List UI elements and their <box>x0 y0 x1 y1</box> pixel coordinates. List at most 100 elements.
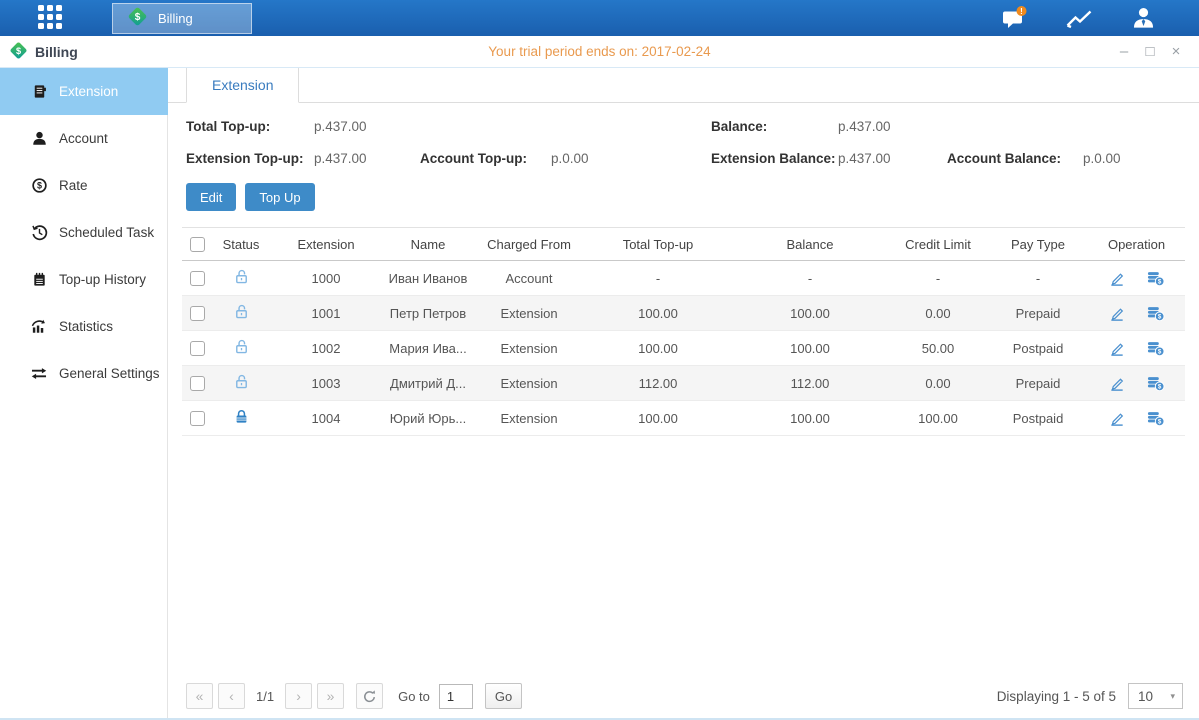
svg-text:$: $ <box>1158 383 1162 390</box>
goto-page-input[interactable] <box>439 684 473 709</box>
svg-text:$: $ <box>135 12 141 23</box>
edit-button[interactable]: Edit <box>186 183 236 211</box>
col-balance: Balance <box>732 228 888 261</box>
cell-pay-type: Postpaid <box>988 331 1088 366</box>
trial-notice: Your trial period ends on: 2017-02-24 <box>0 44 1199 59</box>
lock-status-icon[interactable] <box>233 303 250 320</box>
row-checkbox[interactable] <box>190 341 205 356</box>
row-checkbox[interactable] <box>190 411 205 426</box>
topup-row-icon[interactable]: $ <box>1146 305 1165 322</box>
lock-status-icon[interactable] <box>233 408 250 425</box>
balance-value: p.437.00 <box>838 119 947 134</box>
billing-app-tab[interactable]: $ Billing <box>112 3 252 34</box>
notepad-icon <box>30 271 48 288</box>
cell-credit-limit: 100.00 <box>888 401 988 436</box>
sidebar-item-account[interactable]: Account <box>0 115 167 162</box>
cell-credit-limit: 0.00 <box>888 296 988 331</box>
statistics-chart-icon[interactable] <box>1064 6 1094 31</box>
sidebar-item-general-settings[interactable]: General Settings <box>0 350 167 397</box>
cell-total-topup: 112.00 <box>584 366 732 401</box>
history-clock-icon <box>30 224 48 241</box>
col-charged-from: Charged From <box>474 228 584 261</box>
col-operation: Operation <box>1088 228 1185 261</box>
first-page-button[interactable]: « <box>186 683 213 709</box>
lock-status-icon[interactable] <box>233 268 250 285</box>
billing-diamond-dollar-icon: $ <box>126 5 149 31</box>
app-topbar: $ Billing ! <box>0 0 1199 36</box>
page-size-select[interactable]: 10 ▾ <box>1128 683 1183 709</box>
topup-row-icon[interactable]: $ <box>1146 410 1165 427</box>
extensions-table: Status Extension Name Charged From Total… <box>182 227 1185 683</box>
select-all-checkbox[interactable] <box>190 237 205 252</box>
sidebar-item-rate[interactable]: $ Rate <box>0 162 167 209</box>
cell-name: Иван Иванов <box>382 261 474 296</box>
cell-name: Мария Ива... <box>382 331 474 366</box>
sidebar-item-label: Account <box>59 131 108 146</box>
sidebar-item-scheduled-task[interactable]: Scheduled Task <box>0 209 167 256</box>
person-icon <box>30 130 48 147</box>
sidebar-item-extension[interactable]: Extension <box>0 68 169 115</box>
sidebar: Extension Account $ Rate <box>0 68 168 718</box>
col-total-topup: Total Top-up <box>584 228 732 261</box>
stats-bars-icon <box>30 318 48 335</box>
sidebar-item-label: Rate <box>59 178 88 193</box>
notifications-icon[interactable]: ! <box>1000 5 1028 32</box>
cell-total-topup: 100.00 <box>584 401 732 436</box>
sidebar-item-label: General Settings <box>59 366 160 381</box>
balance-label: Balance: <box>711 119 838 134</box>
row-checkbox[interactable] <box>190 306 205 321</box>
close-button[interactable]: × <box>1167 43 1185 61</box>
cell-pay-type: Postpaid <box>988 401 1088 436</box>
col-pay-type: Pay Type <box>988 228 1088 261</box>
edit-row-icon[interactable] <box>1108 340 1126 357</box>
cell-total-topup: 100.00 <box>584 331 732 366</box>
sidebar-item-topup-history[interactable]: Top-up History <box>0 256 167 303</box>
maximize-button[interactable]: □ <box>1141 43 1159 61</box>
total-topup-value: p.437.00 <box>314 119 420 134</box>
row-checkbox[interactable] <box>190 376 205 391</box>
table-row: 1001 Петр Петров Extension 100.00 100.00… <box>182 296 1185 331</box>
last-page-button[interactable]: » <box>317 683 344 709</box>
table-header-row: Status Extension Name Charged From Total… <box>182 228 1185 261</box>
lock-status-icon[interactable] <box>233 373 250 390</box>
go-button[interactable]: Go <box>485 683 522 709</box>
lock-status-icon[interactable] <box>233 338 250 355</box>
tab-extension[interactable]: Extension <box>186 68 299 103</box>
displaying-info: Displaying 1 - 5 of 5 <box>997 689 1116 704</box>
cell-charged-from: Extension <box>474 296 584 331</box>
edit-row-icon[interactable] <box>1108 375 1126 392</box>
ledger-icon <box>30 83 48 100</box>
topup-row-icon[interactable]: $ <box>1146 375 1165 392</box>
next-page-button[interactable]: › <box>285 683 312 709</box>
sidebar-item-label: Scheduled Task <box>59 225 154 240</box>
sliders-icon <box>30 366 48 381</box>
minimize-button[interactable]: – <box>1115 43 1133 61</box>
dollar-circle-icon: $ <box>30 177 48 194</box>
sidebar-item-label: Statistics <box>59 319 113 334</box>
app-grid-menu-icon[interactable] <box>38 5 69 31</box>
edit-row-icon[interactable] <box>1108 410 1126 427</box>
chevron-down-icon: ▾ <box>1170 691 1175 702</box>
table-row: 1004 Юрий Юрь... Extension 100.00 100.00… <box>182 401 1185 436</box>
cell-total-topup: - <box>584 261 732 296</box>
edit-row-icon[interactable] <box>1108 305 1126 322</box>
window-titlebar: $ Billing Your trial period ends on: 201… <box>0 36 1199 68</box>
row-checkbox[interactable] <box>190 271 205 286</box>
top-up-button[interactable]: Top Up <box>245 183 314 211</box>
topup-row-icon[interactable]: $ <box>1146 270 1165 287</box>
edit-row-icon[interactable] <box>1108 270 1126 287</box>
refresh-button[interactable] <box>356 683 383 709</box>
topup-row-icon[interactable]: $ <box>1146 340 1165 357</box>
sidebar-item-statistics[interactable]: Statistics <box>0 303 167 350</box>
col-name: Name <box>382 228 474 261</box>
cell-extension: 1000 <box>270 261 382 296</box>
account-balance-label: Account Balance: <box>947 151 1083 166</box>
sidebar-item-label: Top-up History <box>59 272 146 287</box>
billing-app-tab-label: Billing <box>158 11 193 26</box>
user-account-icon[interactable] <box>1130 5 1157 32</box>
svg-text:!: ! <box>1020 6 1023 15</box>
main-content: Extension Total Top-up: p.437.00 Extensi… <box>168 68 1199 718</box>
total-topup-label: Total Top-up: <box>186 119 314 134</box>
account-balance-value: p.0.00 <box>1083 151 1199 166</box>
prev-page-button[interactable]: ‹ <box>218 683 245 709</box>
